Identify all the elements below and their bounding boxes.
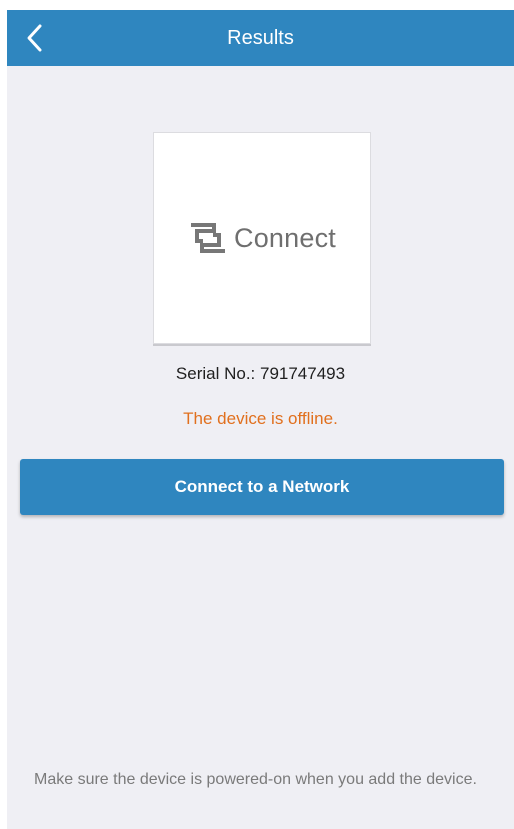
- app-header: Results: [7, 10, 514, 66]
- device-status-text: The device is offline.: [183, 409, 338, 428]
- connect-to-network-button[interactable]: Connect to a Network: [20, 459, 504, 515]
- brand-logo-text: Connect: [234, 222, 336, 253]
- page-title: Results: [227, 27, 294, 49]
- device-image-card: Connect: [153, 132, 371, 344]
- chevron-left-icon: [27, 24, 42, 52]
- brand-logo: Connect: [188, 222, 336, 254]
- results-screen: Results Connect Serial No.: 791747493 Th…: [7, 10, 514, 829]
- serial-number: Serial No.: 791747493: [175, 364, 346, 383]
- back-button[interactable]: [17, 20, 51, 56]
- footer-hint: Make sure the device is powered-on when …: [34, 771, 477, 788]
- connect-logo-icon: [191, 223, 226, 253]
